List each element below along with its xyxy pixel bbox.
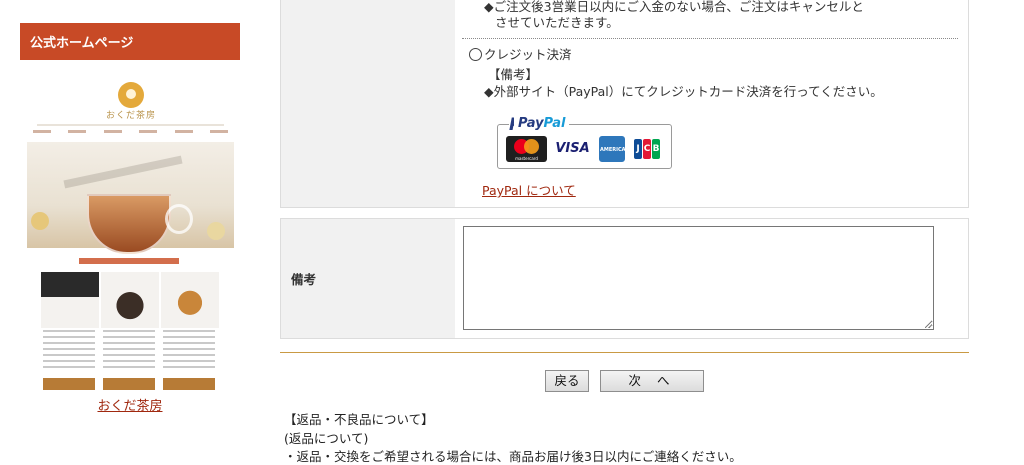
paypal-wordmark: PayPal (514, 116, 570, 131)
homepage-link[interactable]: おくだ茶房 (20, 395, 240, 414)
notes-label-cell: 備考 (281, 219, 455, 338)
thumb-nav (33, 130, 228, 136)
brand-logo-icon (118, 82, 144, 108)
thumb-product-2 (101, 272, 159, 328)
thumb-hero-image (27, 142, 234, 254)
returns-heading: 【返品・不良品について】 (284, 412, 434, 427)
option-divider (462, 38, 958, 39)
section-separator (280, 352, 969, 353)
resize-grip-icon[interactable] (924, 320, 932, 328)
cancel-notice-line2: させていただきます。 (495, 15, 619, 30)
returns-subheading: (返品について) (284, 431, 369, 446)
returns-text: ・返品・交換をご希望される場合には、商品お届け後3日以内にご連絡ください。 (284, 449, 742, 464)
thumb-product-1 (41, 272, 99, 328)
notes-textarea[interactable] (463, 226, 934, 330)
credit-payment-radio[interactable] (469, 48, 482, 61)
remarks-text: ◆外部サイト（PayPal）にてクレジットカード決済を行ってください。 (484, 84, 883, 99)
teacup-icon (87, 194, 171, 254)
sidebar-heading: 公式ホームページ (20, 23, 240, 60)
jcb-icon: JCB (632, 136, 662, 162)
payment-label-cell (281, 0, 455, 207)
visa-icon: VISA (552, 136, 593, 162)
thumb-section-title (79, 258, 179, 264)
mastercard-icon: mastercard (506, 136, 547, 162)
paypal-about-link[interactable]: PayPal について (482, 180, 576, 199)
next-button[interactable]: 次 へ (600, 370, 704, 392)
thumb-product-3 (161, 272, 219, 328)
credit-payment-label[interactable]: クレジット決済 (484, 44, 572, 63)
notes-label: 備考 (291, 272, 317, 287)
brand-wordmark: おくだ茶房 (105, 111, 156, 121)
amex-icon: AMERICAN EXPRESS (599, 136, 630, 179)
homepage-thumbnail[interactable]: おくだ茶房 (27, 80, 234, 390)
back-button[interactable]: 戻る (545, 370, 589, 392)
thumb-divider (37, 124, 224, 126)
